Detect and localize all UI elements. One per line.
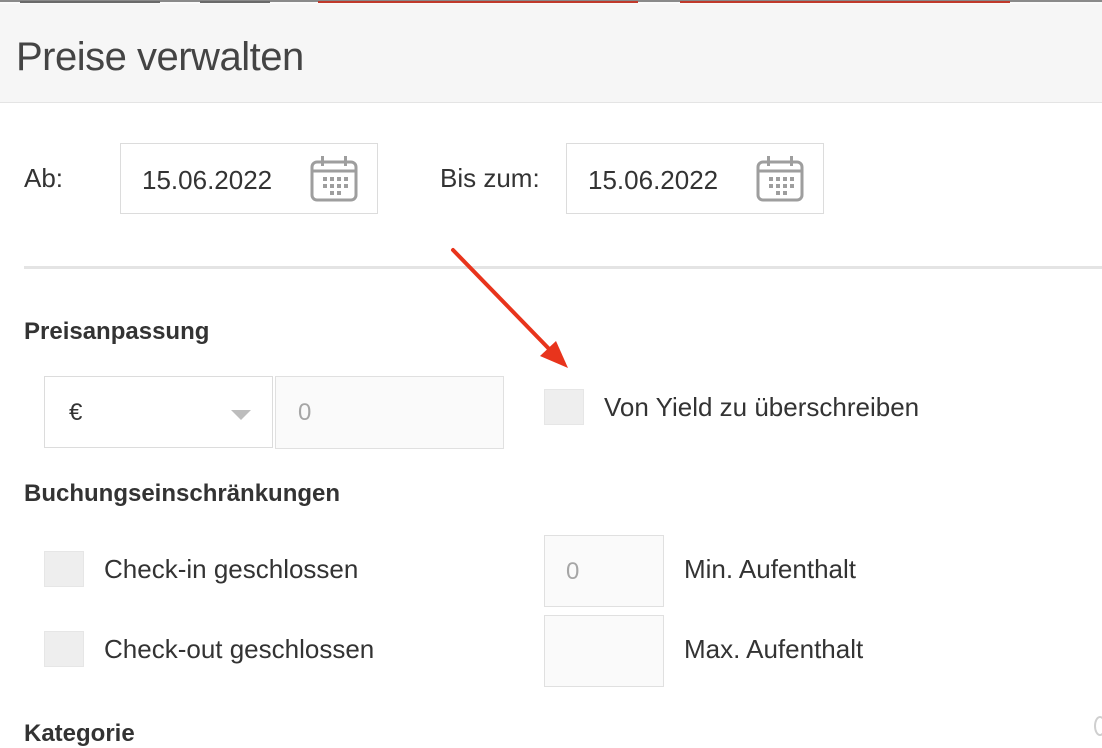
annotation-arrow bbox=[451, 248, 568, 368]
min-stay-placeholder: 0 bbox=[566, 558, 580, 585]
category-heading: Kategorie bbox=[24, 720, 135, 747]
min-stay-input[interactable]: 0 bbox=[544, 535, 664, 607]
from-date-field[interactable]: 15.06.2022 bbox=[120, 143, 378, 214]
background-text-fragment bbox=[20, 1, 160, 3]
dialog-title: Preise verwalten bbox=[16, 35, 304, 79]
override-yield-checkbox[interactable] bbox=[544, 389, 584, 425]
to-date-label: Bis zum: bbox=[440, 163, 540, 193]
price-amount-input[interactable]: 0 bbox=[275, 376, 504, 449]
scroll-indicator bbox=[1094, 716, 1102, 736]
from-date-label: Ab: bbox=[24, 163, 64, 193]
booking-restrictions-heading: Buchungseinschränkungen bbox=[24, 480, 341, 507]
from-date-value[interactable]: 15.06.2022 bbox=[142, 165, 272, 196]
override-yield-label[interactable]: Von Yield zu überschreiben bbox=[604, 392, 919, 423]
calendar-icon[interactable] bbox=[756, 156, 804, 202]
background-text-fragment bbox=[200, 1, 270, 3]
dialog-header: Preise verwalten bbox=[0, 4, 1102, 103]
checkout-closed-label[interactable]: Check-out geschlossen bbox=[104, 634, 374, 665]
checkin-closed-label[interactable]: Check-in geschlossen bbox=[104, 554, 358, 585]
to-date-value[interactable]: 15.06.2022 bbox=[588, 165, 718, 196]
max-stay-input[interactable] bbox=[544, 615, 664, 687]
to-date-field[interactable]: 15.06.2022 bbox=[566, 143, 824, 214]
min-stay-label: Min. Aufenthalt bbox=[684, 554, 856, 584]
currency-select[interactable]: € bbox=[44, 376, 273, 448]
checkout-closed-checkbox[interactable] bbox=[44, 631, 84, 667]
max-stay-label: Max. Aufenthalt bbox=[684, 634, 864, 664]
chevron-down-icon[interactable] bbox=[231, 410, 251, 420]
background-text-fragment bbox=[680, 1, 1010, 3]
currency-selected-value[interactable]: € bbox=[69, 399, 82, 427]
checkin-closed-checkbox[interactable] bbox=[44, 551, 84, 587]
price-amount-placeholder: 0 bbox=[298, 399, 312, 426]
calendar-icon[interactable] bbox=[310, 156, 358, 202]
background-text-fragment bbox=[318, 1, 638, 3]
price-adjustment-heading: Preisanpassung bbox=[24, 318, 210, 345]
